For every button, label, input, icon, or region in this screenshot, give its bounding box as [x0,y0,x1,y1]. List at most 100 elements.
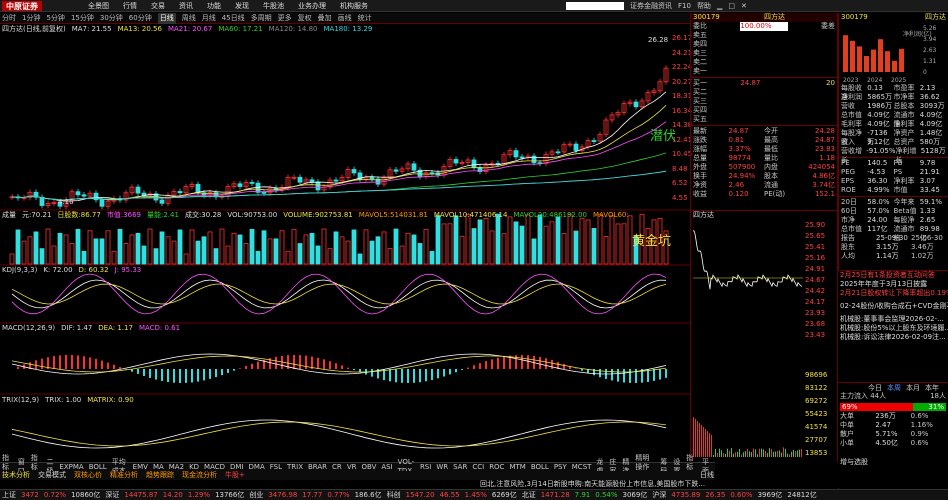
volume-bar [376,237,380,264]
index-quote-item[interactable]: 3472 [21,490,39,500]
index-quote-item[interactable]: 26.35 [705,490,725,500]
close-icon[interactable]: ✕ [741,0,747,12]
index-quote-item[interactable]: 0.77% [327,490,349,500]
search-input[interactable] [566,2,624,10]
bottom-tab[interactable]: 交易模式 [38,471,66,480]
period-tab[interactable]: 复权 [298,13,312,24]
flow-tab[interactable]: 本月 [906,383,920,393]
bottom-tab[interactable]: 现金流分析 [182,471,217,480]
candle-body [334,180,338,181]
index-quote-item[interactable]: 1547.20 [406,490,435,500]
period-tab[interactable]: 30分钟 [100,13,123,24]
period-tab[interactable]: 5分钟 [46,13,64,24]
macd-bar [167,369,169,382]
index-quote-item[interactable]: 上证 [2,490,16,500]
period-tab[interactable]: 叠加 [318,13,332,24]
index-quote-item[interactable]: 0.54% [595,490,617,500]
index-quote-item[interactable]: 14475.87 [124,490,157,500]
index-quote-item[interactable]: 0.72% [44,490,66,500]
index-quote-item[interactable]: 3476.98 [268,490,297,500]
index-quote-item[interactable]: 1.45% [465,490,487,500]
index-quote-item[interactable]: 北证 [522,490,536,500]
quote-stat-row: 涨跌 0.81 最高 24.87 [691,136,837,145]
minimize-icon[interactable]: ▁ [717,0,722,12]
menu-item[interactable]: 交易 [151,0,165,12]
index-quote-item[interactable]: 1.29% [188,490,210,500]
index-quote-item[interactable]: 10860亿 [71,490,100,500]
index-quote-item[interactable]: 6269亿 [492,490,517,500]
news-item[interactable]: 2025年年度于3月13日披露 [838,280,948,289]
period-tab[interactable]: 统计 [358,13,372,24]
news-link[interactable]: 证券金融资讯 [630,0,672,12]
index-quote-item[interactable]: 深证 [105,490,119,500]
period-tab[interactable]: 60分钟 [129,13,152,24]
menu-item[interactable]: 行情 [123,0,137,12]
fund-stat-row-cell: 1986万 [867,102,893,111]
period-tab[interactable]: 45日线 [222,13,245,24]
volume-bar [28,237,32,264]
index-quote-item[interactable]: 14.20 [163,490,183,500]
menu-item[interactable]: 发现 [235,0,249,12]
menu-item[interactable]: 功能 [207,0,221,12]
period-tab[interactable]: 周线 [182,13,196,24]
news-item[interactable]: 2月21日股权转让下降率超出0.19%... [838,289,948,298]
index-quote-item[interactable]: 沪深 [652,490,666,500]
menu-item[interactable]: 资讯 [179,0,193,12]
index-quote-item[interactable]: 46.55 [440,490,460,500]
fund-stat-row: 营收增长 -91.05% 净利增长 5128万 [839,147,948,156]
f10-button[interactable]: F10 [678,0,691,12]
period-tab[interactable]: 1分钟 [22,13,40,24]
index-quote-item[interactable]: 创业 [249,490,263,500]
index-quote-item[interactable]: 科创 [387,490,401,500]
menu-item[interactable]: 机构服务 [340,0,368,12]
period-tab[interactable]: 分时 [2,13,16,24]
index-quote-item[interactable]: 4735.89 [671,490,700,500]
news-item[interactable]: 机械股:诉讼法律2026-02-09注... [838,333,948,342]
period-tab[interactable]: 15分钟 [71,13,94,24]
maximize-icon[interactable]: □ [728,0,735,12]
flow-tab[interactable]: 本周 [887,383,901,393]
flow-tab[interactable]: 今日 [868,383,882,393]
bottom-tab[interactable]: 精准分析 [110,471,138,480]
menu-item[interactable]: 全景图 [88,0,109,12]
index-quote-item[interactable]: 186.6亿 [355,490,382,500]
period-tab[interactable]: 多周期 [251,13,272,24]
news-item[interactable]: 机械股:股份5%以上股东及环境履... [838,324,948,333]
index-quote-item[interactable]: 24812亿 [787,490,816,500]
flow-footer[interactable]: 增与选股 [838,458,948,467]
bid-levels: 买一 24.87 20 买二 买三 买四 买五 [691,79,837,124]
period-tab[interactable]: 月线 [202,13,216,24]
ask-vol [788,40,835,49]
period-tab[interactable]: 更多 [278,13,292,24]
index-quote-item[interactable]: 17.77 [302,490,322,500]
bottom-tab[interactable]: 趋势跟踪 [146,471,174,480]
intraday-vol-label: 27707 [805,436,827,444]
index-quote-item[interactable]: 3969亿 [758,490,783,500]
menu-item[interactable]: 业务办理 [298,0,326,12]
news-ticker[interactable]: 回北,注意风险,3月14日新股申购:南天能源股份上市信息,美国股市下跌... [480,480,838,489]
news-item[interactable]: 机械股:董事事会监理2026-02-... [838,315,948,324]
menu-item[interactable]: 牛股池 [263,0,284,12]
intraday-chart[interactable] [693,221,803,459]
stat-value: 0.120 [729,190,765,199]
bid-label: 买三 [693,97,740,106]
index-quote-item[interactable]: 1471.28 [541,490,570,500]
bottom-tab[interactable]: 双核心价 [74,471,102,480]
period-tab-active[interactable]: 日线 [158,13,176,24]
flow-tab[interactable]: 本年 [925,383,939,393]
holder-row-cell: 89.98亿 [920,225,946,234]
news-item[interactable]: 02-24股份/收购合成石+CVD金刚石... [838,302,948,311]
bottom-tab[interactable]: 牛股+ [225,471,245,480]
index-quote-item[interactable]: 0.60% [730,490,752,500]
holder-row-cell: 24.00 [867,216,893,225]
news-item[interactable]: 2月25日有1条投资者互动问答 [838,271,948,280]
index-quote-item[interactable]: 13766亿 [215,490,244,500]
bottom-tab[interactable]: 技术分析 [2,471,30,480]
index-quote-item[interactable]: 7.91 [575,490,591,500]
fund-stat-row-cell: 净利率 [894,120,920,129]
period-tab[interactable]: 画线 [338,13,352,24]
volume-bar [580,218,584,264]
help-button[interactable]: 帮助 [697,0,711,12]
index-quote-item[interactable]: 3069亿 [623,490,648,500]
bottom-period[interactable]: 日线 [700,471,714,480]
